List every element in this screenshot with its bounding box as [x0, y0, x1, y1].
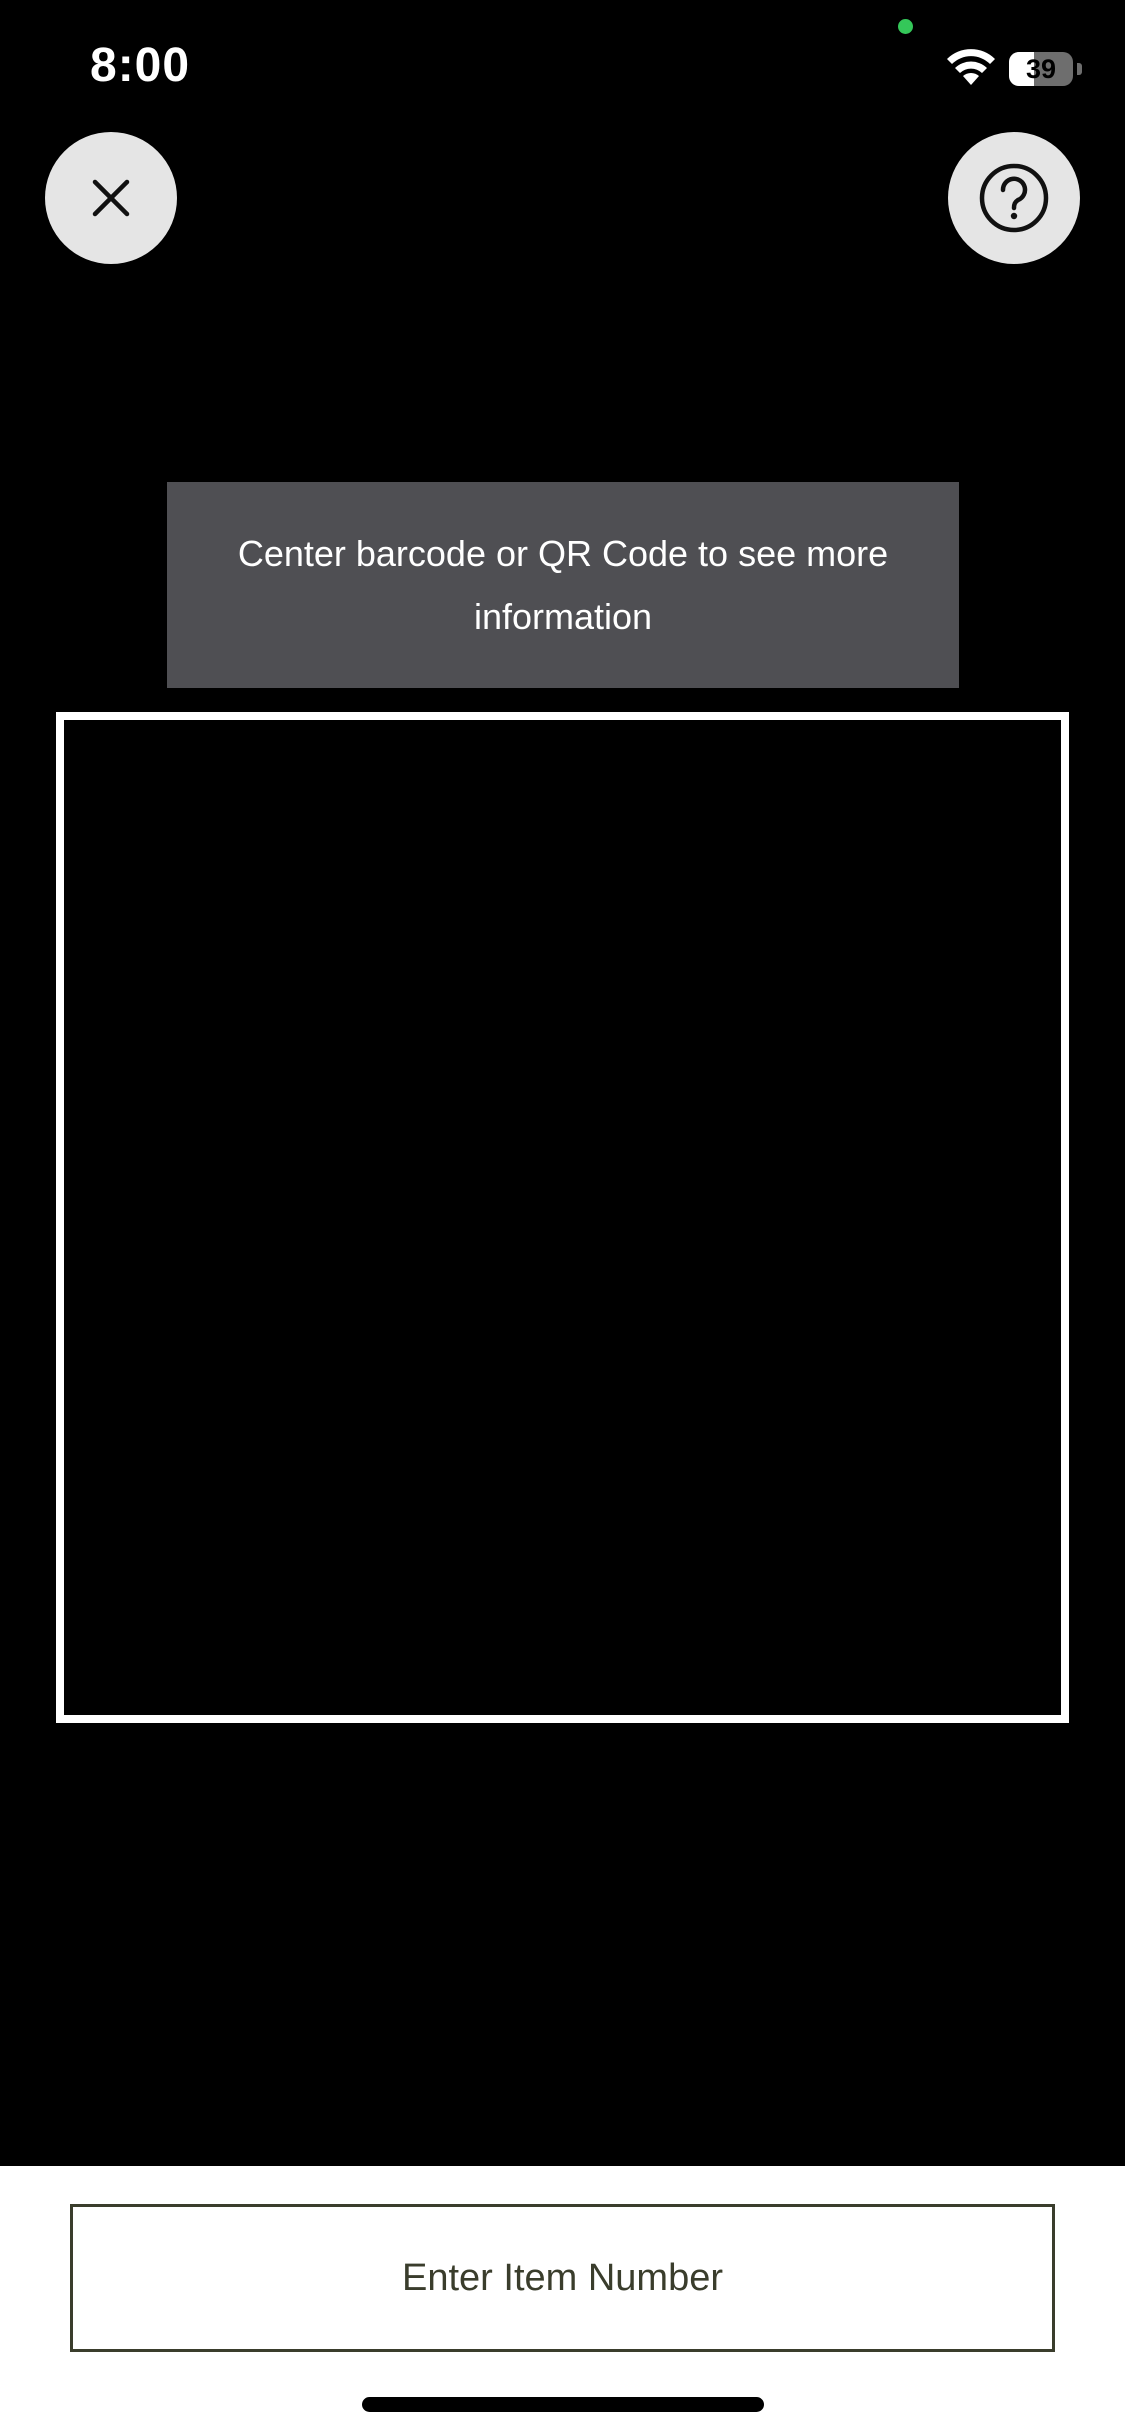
home-indicator[interactable]	[362, 2397, 764, 2412]
close-button[interactable]	[45, 132, 177, 264]
status-time: 8:00	[90, 39, 191, 92]
scan-hint-text: Center barcode or QR Code to see more in…	[237, 533, 889, 637]
scanner-screen: 8:00 39 Center barcode or QR Code to see…	[0, 0, 1125, 2436]
question-circle-icon	[979, 163, 1049, 233]
battery-body: 39	[1009, 52, 1073, 86]
scan-frame	[56, 712, 1069, 1723]
item-number-input[interactable]	[70, 2204, 1055, 2352]
battery-percent: 39	[1025, 54, 1057, 84]
wifi-icon	[947, 49, 995, 85]
privacy-indicator-dot	[898, 19, 913, 34]
battery-cap	[1077, 63, 1082, 75]
battery-indicator: 39	[1009, 52, 1082, 86]
help-button[interactable]	[948, 132, 1080, 264]
scan-hint-banner: Center barcode or QR Code to see more in…	[167, 482, 959, 688]
bottom-panel	[0, 2166, 1125, 2436]
close-icon	[92, 179, 130, 217]
